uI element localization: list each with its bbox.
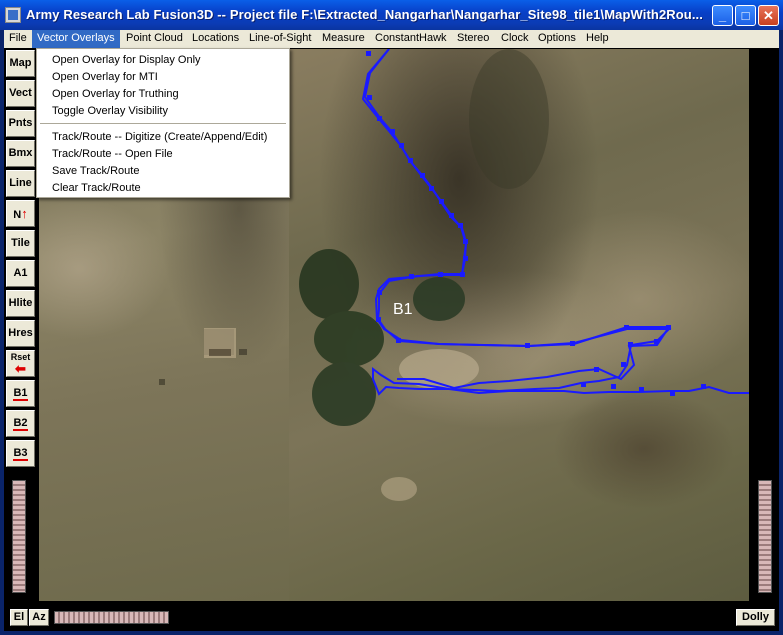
menu-open-overlay-truthing[interactable]: Open Overlay for Truthing xyxy=(38,86,288,103)
red-left-arrow-icon: ⬅ xyxy=(15,361,26,376)
hlite-button[interactable]: Hlite xyxy=(6,290,35,317)
menu-clock[interactable]: Clock xyxy=(496,30,534,48)
rset-button[interactable]: Rset ⬅ xyxy=(6,350,35,377)
maximize-button[interactable]: □ xyxy=(735,5,756,26)
menu-toggle-overlay-visibility[interactable]: Toggle Overlay Visibility xyxy=(38,103,288,120)
terrain-and-route-layer xyxy=(299,49,749,501)
menu-options[interactable]: Options xyxy=(533,30,581,48)
bmx-button[interactable]: Bmx xyxy=(6,140,35,167)
menu-separator xyxy=(40,123,286,124)
north-arrow-icon: ↑ xyxy=(21,206,28,221)
menu-constanthawk[interactable]: ConstantHawk xyxy=(370,30,452,48)
dolly-button[interactable]: Dolly xyxy=(736,609,775,626)
menu-point-cloud[interactable]: Point Cloud xyxy=(121,30,188,48)
north-button[interactable]: N↑ xyxy=(6,200,35,227)
vect-button[interactable]: Vect xyxy=(6,80,35,107)
window-title: Army Research Lab Fusion3D -- Project fi… xyxy=(26,7,703,22)
menu-bar: File Vector Overlays Point Cloud Locatio… xyxy=(4,30,779,48)
a1-button[interactable]: A1 xyxy=(6,260,35,287)
title-bar[interactable]: Army Research Lab Fusion3D -- Project fi… xyxy=(0,0,783,30)
menu-measure[interactable]: Measure xyxy=(317,30,370,48)
elevation-slider[interactable] xyxy=(12,480,26,593)
zoom-slider[interactable] xyxy=(758,480,772,593)
left-toolbar: Map Vect Pnts Bmx Line N↑ Tile A1 Hlite … xyxy=(4,48,39,603)
menu-stereo[interactable]: Stereo xyxy=(452,30,494,48)
azimuth-slider[interactable] xyxy=(54,611,169,624)
b1-button-label: B1 xyxy=(13,387,28,401)
pnts-button[interactable]: Pnts xyxy=(6,110,35,137)
hres-button[interactable]: Hres xyxy=(6,320,35,347)
b3-button-label: B3 xyxy=(13,447,28,461)
menu-track-open-file[interactable]: Track/Route -- Open File xyxy=(38,146,288,163)
application-window: Army Research Lab Fusion3D -- Project fi… xyxy=(0,0,783,635)
b2-button[interactable]: B2 xyxy=(6,410,35,437)
map-button[interactable]: Map xyxy=(6,50,35,77)
menu-open-overlay-display[interactable]: Open Overlay for Display Only xyxy=(38,52,288,69)
minimize-button[interactable]: _ xyxy=(712,5,733,26)
b3-button[interactable]: B3 xyxy=(6,440,35,467)
menu-line-of-sight[interactable]: Line-of-Sight xyxy=(244,30,316,48)
menu-open-overlay-mti[interactable]: Open Overlay for MTI xyxy=(38,69,288,86)
el-button[interactable]: El xyxy=(10,609,28,626)
menu-locations[interactable]: Locations xyxy=(187,30,244,48)
app-icon[interactable] xyxy=(5,7,21,23)
vector-overlays-menu: Open Overlay for Display Only Open Overl… xyxy=(36,48,290,198)
menu-track-digitize[interactable]: Track/Route -- Digitize (Create/Append/E… xyxy=(38,129,288,146)
b1-button[interactable]: B1 xyxy=(6,380,35,407)
3d-map-viewport[interactable]: B1 xyxy=(289,49,749,601)
tile-button[interactable]: Tile xyxy=(6,230,35,257)
close-button[interactable]: ✕ xyxy=(758,5,779,26)
clearing xyxy=(381,349,479,501)
menu-clear-track[interactable]: Clear Track/Route xyxy=(38,180,288,197)
b2-button-label: B2 xyxy=(13,417,28,431)
menu-vector-overlays[interactable]: Vector Overlays xyxy=(32,30,120,48)
menu-save-track[interactable]: Save Track/Route xyxy=(38,163,288,180)
waypoint-label-b1: B1 xyxy=(393,301,413,318)
line-button[interactable]: Line xyxy=(6,170,35,197)
menu-file[interactable]: File xyxy=(4,30,32,48)
menu-help[interactable]: Help xyxy=(581,30,614,48)
bottom-bar: El Az Dolly xyxy=(4,603,779,631)
az-button[interactable]: Az xyxy=(29,609,49,626)
